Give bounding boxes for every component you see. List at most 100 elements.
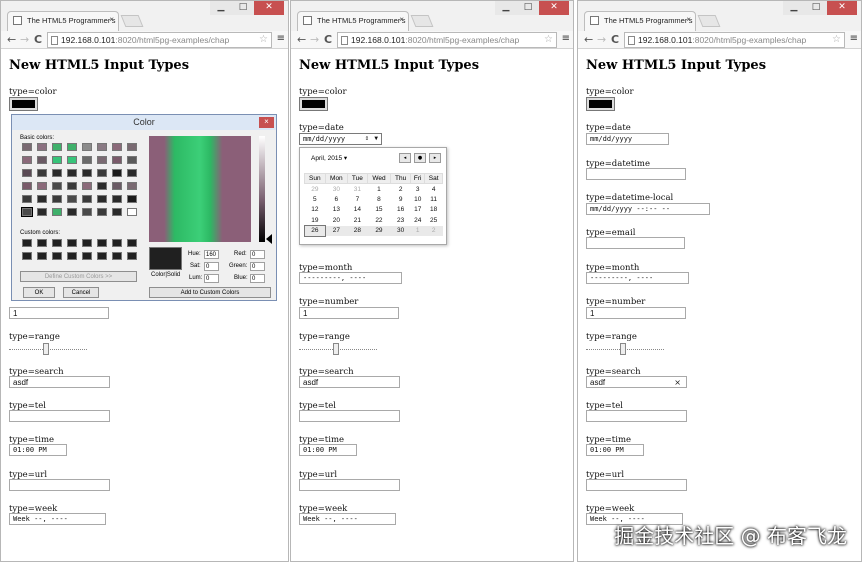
color-swatch[interactable] xyxy=(67,208,77,216)
color-swatch[interactable] xyxy=(127,195,137,203)
color-swatch[interactable] xyxy=(82,182,92,190)
range-thumb[interactable] xyxy=(620,343,626,355)
maximize-button[interactable]: □ xyxy=(232,1,254,15)
color-swatch[interactable] xyxy=(112,156,122,164)
week-input[interactable]: Week --, ---- xyxy=(299,513,396,525)
color-spectrum[interactable] xyxy=(149,136,251,242)
color-swatch[interactable] xyxy=(82,143,92,151)
color-swatch[interactable] xyxy=(52,169,62,177)
calendar-day[interactable]: 4 xyxy=(425,184,443,195)
calendar-day[interactable]: 12 xyxy=(305,205,326,216)
color-swatch[interactable] xyxy=(82,169,92,177)
dialog-close-button[interactable]: × xyxy=(259,117,274,128)
color-swatch[interactable] xyxy=(67,143,77,151)
calendar-day[interactable]: 24 xyxy=(411,215,425,226)
custom-color-swatch[interactable] xyxy=(82,239,92,247)
color-swatch[interactable] xyxy=(127,208,137,216)
luminance-bar[interactable] xyxy=(259,136,265,242)
back-icon[interactable]: ← xyxy=(584,33,593,46)
blue-field[interactable]: 0 xyxy=(250,274,265,283)
custom-color-swatch[interactable] xyxy=(22,252,32,260)
custom-color-swatch[interactable] xyxy=(52,239,62,247)
color-swatch[interactable] xyxy=(22,169,32,177)
color-input[interactable] xyxy=(299,97,328,111)
color-swatch[interactable] xyxy=(22,143,32,151)
search-input[interactable]: asdf xyxy=(9,376,110,388)
close-window-button[interactable]: ✕ xyxy=(539,1,569,15)
color-swatch[interactable] xyxy=(52,208,62,216)
color-swatch[interactable] xyxy=(112,169,122,177)
minimize-button[interactable]: ▁ xyxy=(495,1,517,15)
range-slider[interactable] xyxy=(586,343,664,355)
color-swatch[interactable] xyxy=(22,182,32,190)
calendar-day[interactable]: 11 xyxy=(425,194,443,205)
calendar-day[interactable]: 7 xyxy=(348,194,368,205)
color-swatch[interactable] xyxy=(22,156,32,164)
calendar-day[interactable]: 21 xyxy=(348,215,368,226)
reload-icon[interactable]: C xyxy=(611,33,619,46)
calendar-day[interactable]: 27 xyxy=(325,225,348,236)
custom-color-swatch[interactable] xyxy=(67,239,77,247)
color-input[interactable] xyxy=(586,97,615,111)
color-swatch[interactable] xyxy=(37,143,47,151)
tel-input[interactable] xyxy=(299,410,400,422)
minimize-button[interactable]: ▁ xyxy=(783,1,805,15)
month-input[interactable]: ---------, ---- xyxy=(586,272,689,284)
color-swatch[interactable] xyxy=(67,195,77,203)
calendar-day[interactable]: 22 xyxy=(367,215,390,226)
color-swatch[interactable] xyxy=(52,156,62,164)
search-input[interactable]: asdf xyxy=(299,376,400,388)
dropdown-icon[interactable]: ▼ xyxy=(374,135,378,142)
close-tab-icon[interactable]: × xyxy=(399,15,404,24)
next-month-button[interactable]: ▸ xyxy=(429,153,441,163)
green-field[interactable]: 0 xyxy=(250,262,265,271)
previous-month-button[interactable]: ◂ xyxy=(399,153,411,163)
calendar-day[interactable]: 29 xyxy=(305,184,326,195)
calendar-day[interactable]: 1 xyxy=(410,225,425,236)
custom-color-swatch[interactable] xyxy=(97,239,107,247)
time-input[interactable]: 01:00 PM xyxy=(586,444,644,456)
calendar-month-select[interactable]: April, 2015 ▾ xyxy=(311,154,347,162)
color-swatch[interactable] xyxy=(127,182,137,190)
close-tab-icon[interactable]: × xyxy=(109,15,114,24)
new-tab-button[interactable] xyxy=(120,15,144,27)
custom-color-swatch[interactable] xyxy=(112,239,122,247)
custom-color-swatch[interactable] xyxy=(22,239,32,247)
menu-icon[interactable]: ≡ xyxy=(850,33,858,44)
calendar-day[interactable]: 18 xyxy=(425,205,443,216)
tel-input[interactable] xyxy=(9,410,110,422)
color-swatch[interactable] xyxy=(97,143,107,151)
star-icon[interactable]: ☆ xyxy=(544,34,553,45)
range-thumb[interactable] xyxy=(333,343,339,355)
color-swatch[interactable] xyxy=(112,208,122,216)
color-swatch[interactable] xyxy=(112,182,122,190)
custom-color-swatch[interactable] xyxy=(37,252,47,260)
calendar-day[interactable]: 19 xyxy=(305,215,326,226)
color-swatch[interactable] xyxy=(112,195,122,203)
calendar-day[interactable]: 20 xyxy=(325,215,347,226)
red-field[interactable]: 0 xyxy=(250,250,265,259)
menu-icon[interactable]: ≡ xyxy=(277,33,285,44)
color-swatch[interactable] xyxy=(37,156,47,164)
color-swatch[interactable] xyxy=(37,195,47,203)
calendar-day[interactable]: 29 xyxy=(367,225,391,236)
spinner-icon[interactable]: ⇕ xyxy=(365,134,369,142)
color-swatch[interactable] xyxy=(67,182,77,190)
custom-color-swatch[interactable] xyxy=(37,239,47,247)
calendar-day[interactable]: 28 xyxy=(347,225,368,236)
color-swatch[interactable] xyxy=(97,156,107,164)
date-input[interactable]: mm/dd/yyyy ⇕ ▼ xyxy=(299,133,382,145)
browser-tab[interactable]: The HTML5 Programmer's × xyxy=(297,11,409,31)
calendar-day[interactable]: 5 xyxy=(305,194,326,205)
hue-field[interactable]: 160 xyxy=(204,250,219,259)
calendar-day[interactable]: 31 xyxy=(348,184,368,195)
color-swatch[interactable] xyxy=(127,143,137,151)
color-swatch[interactable] xyxy=(97,169,107,177)
menu-icon[interactable]: ≡ xyxy=(562,33,570,44)
color-swatch[interactable] xyxy=(127,169,137,177)
ok-button[interactable]: OK xyxy=(23,287,55,298)
calendar-day[interactable]: 2 xyxy=(391,184,411,195)
browser-tab[interactable]: The HTML5 Programmer's × xyxy=(7,11,119,31)
date-input[interactable]: mm/dd/yyyy xyxy=(586,133,669,145)
search-input[interactable]: asdf × xyxy=(586,376,687,388)
